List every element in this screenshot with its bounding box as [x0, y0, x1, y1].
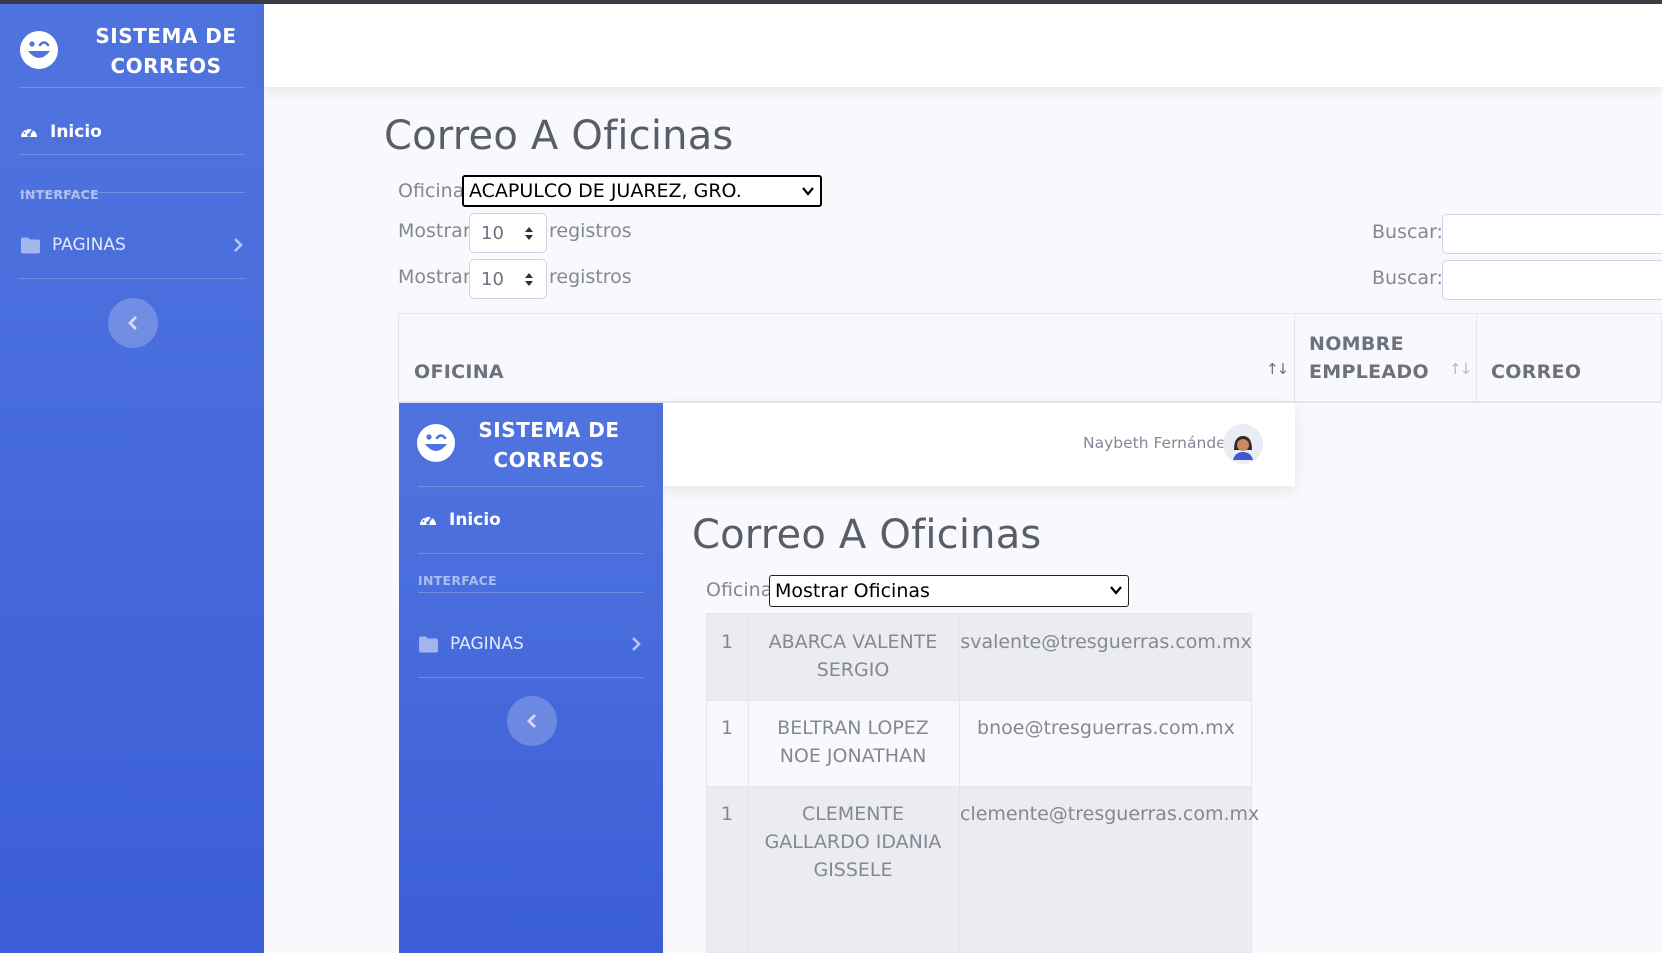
mostrar-label: Mostrar	[398, 266, 471, 288]
topbar	[264, 4, 1662, 87]
sidebar-toggle-button[interactable]	[507, 696, 557, 746]
sidebar-heading: INTERFACE	[418, 573, 497, 588]
oficina-select-nested[interactable]: Mostrar Oficinas	[769, 575, 1129, 607]
window-top-edge	[0, 0, 1662, 4]
cell-email: svalente@tresguerras.com.mx	[960, 631, 1252, 653]
search-input[interactable]	[1442, 260, 1662, 300]
oficina-label: Oficina	[398, 180, 465, 202]
search-input[interactable]	[1442, 214, 1662, 254]
sidebar-divider	[19, 87, 245, 88]
folder-icon	[21, 237, 40, 253]
sort-arrows-icon[interactable]: ↑↓	[1449, 360, 1472, 378]
cell-employee-name: BELTRAN LOPEZ NOE JONATHAN	[777, 717, 929, 767]
sidebar-item-label: Inicio	[449, 510, 501, 530]
sidebar-heading: INTERFACE	[20, 187, 99, 202]
column-divider	[1294, 313, 1295, 403]
cell-email: bnoe@tresguerras.com.mx	[977, 717, 1235, 739]
cell-number: 1	[720, 717, 734, 739]
cell-email: clemente@tresguerras.com.mx	[960, 803, 1260, 825]
table-header	[398, 313, 1662, 403]
sidebar-brand[interactable]: SISTEMA DE CORREOS	[0, 4, 264, 96]
chevron-down-icon	[1110, 586, 1122, 595]
sidebar-item-inicio[interactable]: Inicio	[418, 505, 501, 535]
cell-number: 1	[720, 803, 734, 825]
sidebar-brand[interactable]: SISTEMA DE CORREOS	[399, 403, 663, 495]
sidebar-item-paginas[interactable]: PAGINAS	[21, 230, 243, 260]
sidebar-divider	[19, 192, 245, 193]
sidebar-divider	[418, 592, 644, 593]
page-title-nested: Correo A Oficinas	[692, 512, 1042, 558]
cell-employee-name: CLEMENTE GALLARDO IDANIA GISSELE	[764, 803, 942, 881]
sidebar-item-label: PAGINAS	[450, 634, 524, 654]
chevron-left-icon	[527, 714, 536, 728]
column-header-oficina[interactable]: OFICINA	[414, 358, 504, 386]
laugh-wink-icon	[20, 31, 58, 69]
brand-title: SISTEMA DE CORREOS	[95, 24, 237, 78]
tachometer-icon	[420, 515, 436, 525]
buscar-label: Buscar:	[1372, 221, 1443, 243]
folder-icon	[419, 636, 438, 652]
cell-employee-name: ABARCA VALENTE SERGIO	[768, 631, 938, 681]
sidebar-item-paginas[interactable]: PAGINAS	[419, 629, 641, 659]
column-header-correo[interactable]: CORREO	[1491, 358, 1581, 386]
chevron-left-icon	[128, 316, 137, 330]
sidebar-item-label: Inicio	[50, 122, 102, 142]
tachometer-icon	[21, 127, 37, 137]
sidebar-nested: SISTEMA DE CORREOS Inicio INTERFACE PAGI…	[399, 403, 663, 953]
chevron-down-icon	[802, 187, 814, 196]
oficina-select[interactable]: ACAPULCO DE JUAREZ, GRO.	[462, 175, 822, 207]
page-length-value: 10	[481, 222, 504, 244]
column-header-nombre[interactable]: NOMBRE EMPLEADO	[1309, 330, 1449, 386]
column-divider	[959, 614, 960, 952]
buscar-label: Buscar:	[1372, 267, 1443, 289]
laugh-wink-icon	[417, 424, 455, 462]
sidebar-item-inicio[interactable]: Inicio	[19, 117, 102, 147]
page-length-select[interactable]: 10	[469, 259, 547, 299]
sidebar-divider	[19, 278, 245, 279]
chevron-right-icon	[234, 238, 243, 252]
sidebar-divider	[418, 486, 644, 487]
sidebar-divider	[418, 677, 644, 678]
cell-number: 1	[720, 631, 734, 653]
brand-title: SISTEMA DE CORREOS	[478, 418, 620, 472]
page-length-select[interactable]: 10	[469, 213, 547, 253]
oficina-select-value: Mostrar Oficinas	[775, 580, 930, 602]
sidebar: SISTEMA DE CORREOS Inicio INTERFACE PAGI…	[0, 4, 264, 953]
avatar-figure	[1233, 436, 1253, 460]
sidebar-item-label: PAGINAS	[52, 235, 126, 255]
sort-arrows-icon[interactable]: ↑↓	[1266, 360, 1289, 378]
page-title: Correo A Oficinas	[384, 113, 734, 159]
column-divider	[1476, 313, 1477, 403]
sort-icon	[525, 227, 533, 240]
mostrar-label: Mostrar	[398, 220, 471, 242]
chevron-right-icon	[632, 637, 641, 651]
page-length-value: 10	[481, 268, 504, 290]
sidebar-divider	[19, 154, 245, 155]
registros-label: registros	[549, 220, 632, 242]
user-avatar-icon[interactable]	[1223, 424, 1263, 464]
registros-label: registros	[549, 266, 632, 288]
column-divider	[748, 614, 749, 952]
oficina-select-value: ACAPULCO DE JUAREZ, GRO.	[469, 180, 742, 202]
oficina-label: Oficina	[706, 579, 773, 601]
sidebar-toggle-button[interactable]	[108, 298, 158, 348]
sort-icon	[525, 273, 533, 286]
user-name[interactable]: Naybeth Fernández	[1083, 434, 1234, 452]
sidebar-divider	[418, 553, 644, 554]
